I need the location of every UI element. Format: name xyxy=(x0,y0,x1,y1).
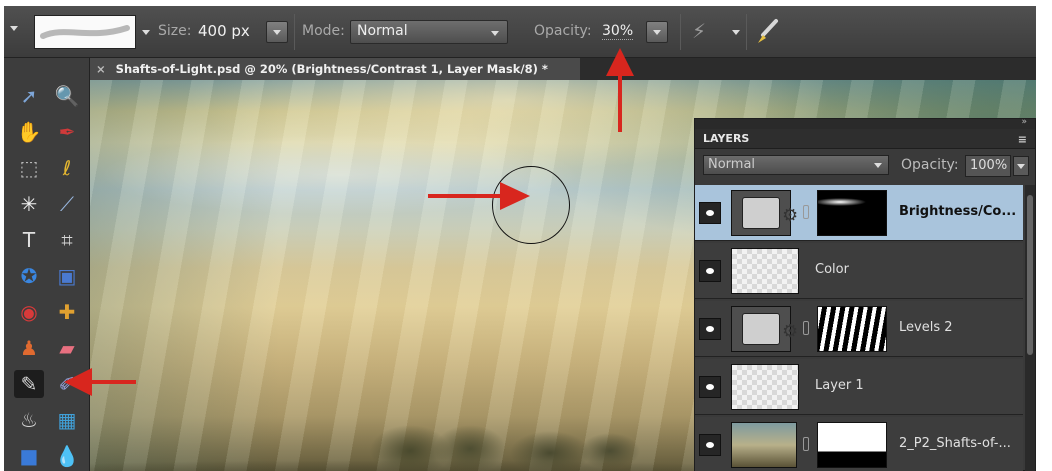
brush-stroke-preview xyxy=(40,25,130,39)
layers-panel-title: LAYERS xyxy=(703,132,750,145)
eyedropper-tool-icon[interactable]: ✒ xyxy=(52,118,82,146)
transparent-layer-thumbnail xyxy=(731,364,799,410)
chevron-down-icon xyxy=(653,30,661,35)
layer-mask-thumbnail[interactable] xyxy=(817,422,887,468)
annotation-arrow-brush-tool xyxy=(64,368,136,396)
gear-icon: ⚙ xyxy=(782,205,799,226)
healing-tool-icon[interactable]: ✚ xyxy=(52,298,82,326)
mode-select[interactable]: Normal xyxy=(350,20,508,44)
blend-mode-value: Normal xyxy=(708,157,756,172)
options-menu-icon[interactable] xyxy=(10,26,18,31)
transparent-layer-thumbnail xyxy=(731,248,799,294)
paint-bucket-tool-icon[interactable]: ♨ xyxy=(14,406,44,434)
visibility-eye-icon[interactable] xyxy=(699,376,721,398)
visibility-eye-icon[interactable] xyxy=(699,260,721,282)
layer-mask-thumbnail[interactable] xyxy=(817,306,887,352)
annotation-arrow-opacity xyxy=(606,48,634,132)
layer-name: 2_P2_Shafts-of-... xyxy=(899,436,1011,451)
close-icon[interactable]: × xyxy=(96,62,106,76)
shape-tool-icon[interactable]: ■ xyxy=(14,442,44,470)
cookie-cutter-tool-icon[interactable]: ✪ xyxy=(14,262,44,290)
opacity-value[interactable]: 30% xyxy=(602,23,634,40)
link-chain-icon[interactable] xyxy=(803,205,809,219)
link-chain-icon[interactable] xyxy=(803,321,809,335)
layer-name: Layer 1 xyxy=(815,378,864,393)
gear-icon: ⚙ xyxy=(782,321,799,342)
chevron-down-icon xyxy=(491,31,499,36)
move-tool-icon[interactable]: ➚ xyxy=(14,82,44,110)
marquee-tool-icon[interactable]: ⬚ xyxy=(14,154,44,182)
layer-list: ⚙ Brightness/Co... Color ⚙ Levels 2 Layer 1 2_… xyxy=(695,185,1023,471)
magic-wand-tool-icon[interactable]: ✳ xyxy=(14,190,44,218)
panel-menu-icon[interactable]: ≡ xyxy=(1018,133,1027,146)
visibility-eye-icon[interactable] xyxy=(699,434,721,456)
photoshop-elements-window: Size: 400 px Mode: Normal Opacity: 30% ⚡… xyxy=(4,6,1036,471)
opacity-slider-button[interactable] xyxy=(646,21,668,43)
clone-stamp-tool-icon[interactable]: ♟ xyxy=(14,334,44,362)
crop-tool-icon[interactable]: ⌗ xyxy=(52,226,82,254)
chevron-down-icon xyxy=(874,163,882,168)
image-layer-thumbnail xyxy=(731,422,797,468)
opacity-label: Opacity: xyxy=(534,23,592,39)
document-tab-bar: × Shafts-of-Light.psd @ 20% (Brightness/… xyxy=(90,58,1036,80)
tablet-brush-icon[interactable] xyxy=(754,18,780,46)
zoom-tool-icon[interactable]: 🔍 xyxy=(52,82,82,110)
mode-label: Mode: xyxy=(302,23,345,39)
adjustment-layer-thumbnail: ⚙ xyxy=(731,190,798,236)
layer-name: Color xyxy=(815,262,849,277)
layer-row[interactable]: Color xyxy=(695,243,1023,299)
quick-selection-tool-icon[interactable]: ⟋ xyxy=(52,190,82,218)
document-tab[interactable]: × Shafts-of-Light.psd @ 20% (Brightness/… xyxy=(90,58,580,80)
size-label: Size: xyxy=(158,23,192,39)
type-tool-icon[interactable]: T xyxy=(14,226,44,254)
annotation-arrow-cursor xyxy=(428,182,530,210)
chevron-down-icon xyxy=(273,30,281,35)
size-value[interactable]: 400 px xyxy=(198,22,250,40)
layers-panel: » LAYERS ≡ Normal Opacity: 100% ⚙ Brightn… xyxy=(694,117,1036,471)
toolbox: ➚ 🔍 ✋ ✒ ⬚ ℓ ✳ ⟋ T ⌗ ✪ ▣ ◉ ✚ ♟ ▰ ✎ ✐ ♨ ▦ ■ 💧 xyxy=(4,58,90,471)
tool-options-bar: Size: 400 px Mode: Normal Opacity: 30% ⚡ xyxy=(4,6,1036,58)
size-slider-button[interactable] xyxy=(266,21,288,43)
brush-preset-dropdown-icon[interactable] xyxy=(142,30,150,35)
brush-preset-preview[interactable] xyxy=(34,15,136,49)
collapse-panel-icon[interactable]: » xyxy=(1021,117,1027,127)
layer-row[interactable]: Layer 1 xyxy=(695,359,1023,415)
straighten-tool-icon[interactable]: ▣ xyxy=(52,262,82,290)
panel-header-strip: » xyxy=(695,117,1035,129)
visibility-eye-icon[interactable] xyxy=(699,318,721,340)
hand-tool-icon[interactable]: ✋ xyxy=(14,118,44,146)
adjustment-layer-thumbnail: ⚙ xyxy=(731,306,798,352)
airbrush-icon[interactable]: ⚡ xyxy=(692,19,706,43)
layer-mask-thumbnail[interactable] xyxy=(817,190,887,236)
layer-name: Brightness/Co... xyxy=(899,204,1017,219)
red-eye-tool-icon[interactable]: ◉ xyxy=(14,298,44,326)
visibility-eye-icon[interactable] xyxy=(699,202,721,224)
layer-opacity-dropdown[interactable] xyxy=(1013,156,1029,176)
separator xyxy=(294,14,295,50)
layer-row[interactable]: 2_P2_Shafts-of-... xyxy=(695,417,1023,471)
brush-tool-icon[interactable]: ✎ xyxy=(14,370,44,398)
brush-settings-dropdown-icon[interactable] xyxy=(732,30,740,35)
layers-scrollbar[interactable] xyxy=(1025,185,1035,471)
separator xyxy=(680,14,681,50)
layer-blend-mode-select[interactable]: Normal xyxy=(703,155,889,175)
separator xyxy=(746,14,747,50)
layer-name: Levels 2 xyxy=(899,320,953,335)
blur-tool-icon[interactable]: 💧 xyxy=(52,442,82,470)
layer-row[interactable]: ⚙ Levels 2 xyxy=(695,301,1023,357)
layer-opacity-field[interactable]: 100% xyxy=(965,155,1011,177)
link-chain-icon[interactable] xyxy=(803,437,809,451)
layers-panel-title-bar: LAYERS ≡ xyxy=(695,129,1035,149)
layer-row[interactable]: ⚙ Brightness/Co... xyxy=(695,185,1023,241)
lasso-tool-icon[interactable]: ℓ xyxy=(52,154,82,182)
document-tab-title: Shafts-of-Light.psd @ 20% (Brightness/Co… xyxy=(115,62,548,76)
chevron-down-icon xyxy=(1017,164,1025,169)
layer-opacity-label: Opacity: xyxy=(901,157,959,173)
mode-select-value: Normal xyxy=(357,23,408,39)
gradient-tool-icon[interactable]: ▦ xyxy=(52,406,82,434)
eraser-tool-icon[interactable]: ▰ xyxy=(52,334,82,362)
